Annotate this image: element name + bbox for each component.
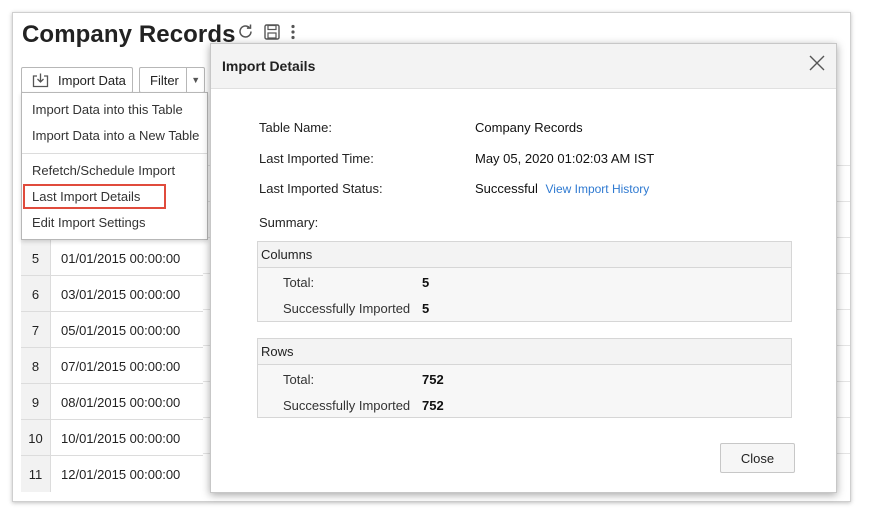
rows-total-label: Total: [283, 372, 315, 387]
date-cell[interactable]: 08/01/2015 00:00:00 [61, 384, 180, 420]
date-cell[interactable]: 05/01/2015 00:00:00 [61, 312, 180, 348]
rows-imported-label: Successfully Imported [283, 398, 411, 413]
row-number: 9 [21, 384, 51, 420]
table-name-value: Company Records [475, 120, 583, 135]
row-number: 6 [21, 276, 51, 312]
table-row[interactable]: 11 12/01/2015 00:00:00 [21, 455, 203, 492]
row-number: 11 [21, 456, 51, 492]
date-cell[interactable]: 07/01/2015 00:00:00 [61, 348, 180, 384]
rows-heading: Rows [258, 339, 791, 365]
import-menu: Import Data into this Table Import Data … [21, 92, 208, 240]
date-cell[interactable]: 12/01/2015 00:00:00 [61, 456, 180, 492]
date-cell[interactable]: 01/01/2015 00:00:00 [61, 240, 180, 276]
row-number: 10 [21, 420, 51, 456]
row-number: 5 [21, 240, 51, 276]
dialog-header: Import Details [211, 44, 836, 89]
menu-item-refetch-schedule[interactable]: Refetch/Schedule Import [32, 163, 175, 178]
date-cell[interactable]: 10/01/2015 00:00:00 [61, 420, 180, 456]
rows-imported-value: 752 [422, 398, 444, 413]
menu-divider [22, 153, 207, 154]
columns-heading: Columns [258, 242, 791, 268]
save-icon[interactable] [264, 23, 280, 45]
dialog-title: Import Details [222, 58, 316, 74]
table-row[interactable]: 5 01/01/2015 00:00:00 [21, 239, 203, 276]
refresh-icon[interactable] [237, 23, 254, 45]
rows-total-value: 752 [422, 372, 444, 387]
close-button[interactable]: Close [720, 443, 795, 473]
row-number: 8 [21, 348, 51, 384]
columns-summary-panel: Columns Total: 5 Successfully Imported 5 [257, 241, 792, 322]
title-actions [237, 23, 296, 45]
columns-imported-label: Successfully Imported [283, 301, 411, 316]
filter-button[interactable]: Filter ▼ [139, 67, 205, 93]
imported-time-label: Last Imported Time: [259, 151, 374, 166]
imported-time-value: May 05, 2020 01:02:03 AM IST [475, 151, 655, 166]
table-row[interactable]: 6 03/01/2015 00:00:00 [21, 275, 203, 312]
table-row[interactable]: 7 05/01/2015 00:00:00 [21, 311, 203, 348]
import-details-dialog: Import Details Table Name: Company Recor… [210, 43, 837, 493]
import-data-button[interactable]: Import Data [21, 67, 133, 93]
imported-status-value: Successful [475, 181, 538, 196]
summary-label: Summary: [259, 215, 319, 230]
date-cell[interactable]: 03/01/2015 00:00:00 [61, 276, 180, 312]
menu-item-edit-import-settings[interactable]: Edit Import Settings [32, 215, 145, 230]
page-title: Company Records [22, 21, 236, 48]
menu-item-import-new-table[interactable]: Import Data into a New Table [32, 128, 199, 143]
menu-item-last-import-details[interactable]: Last Import Details [32, 189, 140, 204]
row-number: 7 [21, 312, 51, 348]
table-row[interactable]: 9 08/01/2015 00:00:00 [21, 383, 203, 420]
rows-summary-panel: Rows Total: 752 Successfully Imported 75… [257, 338, 792, 418]
table-row[interactable]: 8 07/01/2015 00:00:00 [21, 347, 203, 384]
table-name-label: Table Name: [259, 120, 332, 135]
import-icon [32, 73, 49, 88]
imported-status-label: Last Imported Status: [259, 181, 383, 196]
more-vertical-icon[interactable] [290, 24, 296, 45]
filter-label: Filter [150, 72, 179, 88]
view-import-history-link[interactable]: View Import History [546, 182, 650, 196]
close-icon[interactable] [807, 53, 827, 73]
columns-total-value: 5 [422, 275, 430, 290]
table-row[interactable]: 10 10/01/2015 00:00:00 [21, 419, 203, 456]
chevron-down-icon[interactable]: ▼ [186, 68, 204, 92]
menu-item-import-this-table[interactable]: Import Data into this Table [32, 102, 183, 117]
columns-total-label: Total: [283, 275, 315, 290]
columns-imported-value: 5 [422, 301, 430, 316]
imported-status: Successful View Import History [475, 181, 649, 196]
import-data-label: Import Data [58, 72, 126, 88]
